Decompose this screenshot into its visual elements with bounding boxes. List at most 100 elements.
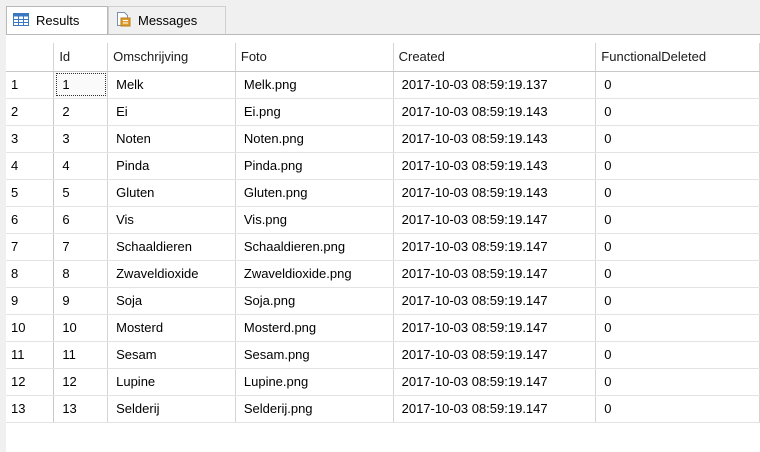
table-row[interactable]: 9 9 Soja Soja.png 2017-10-03 08:59:19.147 0 bbox=[6, 287, 760, 315]
cell-functionaldeleted[interactable]: 0 bbox=[595, 260, 760, 288]
cell-functionaldeleted[interactable]: 0 bbox=[595, 179, 760, 207]
cell-omschrijving[interactable]: Schaaldieren bbox=[107, 233, 236, 261]
row-number[interactable]: 8 bbox=[6, 260, 55, 288]
cell-foto[interactable]: Selderij.png bbox=[235, 395, 394, 423]
row-number[interactable]: 9 bbox=[6, 287, 55, 315]
cell-omschrijving[interactable]: Soja bbox=[107, 287, 236, 315]
cell-id[interactable]: 2 bbox=[53, 98, 109, 126]
cell-functionaldeleted[interactable]: 0 bbox=[595, 395, 760, 423]
cell-functionaldeleted[interactable]: 0 bbox=[595, 125, 760, 153]
cell-foto[interactable]: Schaaldieren.png bbox=[235, 233, 394, 261]
cell-created[interactable]: 2017-10-03 08:59:19.147 bbox=[393, 368, 597, 396]
cell-omschrijving[interactable]: Noten bbox=[107, 125, 236, 153]
cell-omschrijving[interactable]: Selderij bbox=[107, 395, 236, 423]
table-row[interactable]: 12 12 Lupine Lupine.png 2017-10-03 08:59:19.… bbox=[6, 368, 760, 396]
cell-created[interactable]: 2017-10-03 08:59:19.147 bbox=[393, 287, 597, 315]
tab-messages[interactable]: Messages bbox=[108, 6, 226, 34]
cell-id[interactable]: 6 bbox=[53, 206, 109, 234]
cell-created[interactable]: 2017-10-03 08:59:19.147 bbox=[393, 314, 597, 342]
table-row[interactable]: 3 3 Noten Noten.png 2017-10-03 08:59:19.143 0 bbox=[6, 125, 760, 153]
grid-body: 1 1 Melk Melk.png 2017-10-03 08:59:19.137 0 2 2… bbox=[6, 71, 760, 423]
cell-created[interactable]: 2017-10-03 08:59:19.137 bbox=[393, 71, 597, 99]
cell-foto[interactable]: Sesam.png bbox=[235, 341, 394, 369]
row-number[interactable]: 11 bbox=[6, 341, 55, 369]
cell-created[interactable]: 2017-10-03 08:59:19.147 bbox=[393, 260, 597, 288]
cell-created[interactable]: 2017-10-03 08:59:19.147 bbox=[393, 206, 597, 234]
cell-created[interactable]: 2017-10-03 08:59:19.143 bbox=[393, 152, 597, 180]
cell-id[interactable]: 11 bbox=[53, 341, 109, 369]
cell-id[interactable]: 4 bbox=[53, 152, 109, 180]
cell-id[interactable]: 13 bbox=[53, 395, 109, 423]
column-header-created[interactable]: Created bbox=[393, 43, 597, 72]
table-row[interactable]: 4 4 Pinda Pinda.png 2017-10-03 08:59:19.143 0 bbox=[6, 152, 760, 180]
cell-created[interactable]: 2017-10-03 08:59:19.147 bbox=[393, 233, 597, 261]
cell-omschrijving[interactable]: Melk bbox=[107, 71, 236, 99]
table-row[interactable]: 11 11 Sesam Sesam.png 2017-10-03 08:59:19.14… bbox=[6, 341, 760, 369]
cell-id[interactable]: 9 bbox=[53, 287, 109, 315]
cell-foto[interactable]: Ei.png bbox=[235, 98, 394, 126]
cell-functionaldeleted[interactable]: 0 bbox=[595, 152, 760, 180]
cell-functionaldeleted[interactable]: 0 bbox=[595, 368, 760, 396]
row-number[interactable]: 10 bbox=[6, 314, 55, 342]
table-row[interactable]: 1 1 Melk Melk.png 2017-10-03 08:59:19.137 0 bbox=[6, 71, 760, 99]
cell-omschrijving[interactable]: Gluten bbox=[107, 179, 236, 207]
cell-id[interactable]: 3 bbox=[53, 125, 109, 153]
column-header-omschrijving[interactable]: Omschrijving bbox=[107, 43, 236, 72]
row-number[interactable]: 13 bbox=[6, 395, 55, 423]
table-row[interactable]: 8 8 Zwaveldioxide Zwaveldioxide.png 2017-10-… bbox=[6, 260, 760, 288]
cell-foto[interactable]: Soja.png bbox=[235, 287, 394, 315]
cell-id[interactable]: 10 bbox=[53, 314, 109, 342]
cell-omschrijving[interactable]: Pinda bbox=[107, 152, 236, 180]
cell-foto[interactable]: Melk.png bbox=[235, 71, 394, 99]
corner-cell[interactable] bbox=[6, 43, 55, 72]
cell-functionaldeleted[interactable]: 0 bbox=[595, 314, 760, 342]
column-header-foto[interactable]: Foto bbox=[235, 43, 394, 72]
cell-omschrijving[interactable]: Sesam bbox=[107, 341, 236, 369]
cell-foto[interactable]: Zwaveldioxide.png bbox=[235, 260, 394, 288]
row-number[interactable]: 5 bbox=[6, 179, 55, 207]
table-row[interactable]: 7 7 Schaaldieren Schaaldieren.png 2017-10-03… bbox=[6, 233, 760, 261]
cell-foto[interactable]: Gluten.png bbox=[235, 179, 394, 207]
cell-id[interactable]: 8 bbox=[53, 260, 109, 288]
tab-results[interactable]: Results bbox=[6, 6, 108, 34]
cell-omschrijving[interactable]: Zwaveldioxide bbox=[107, 260, 236, 288]
cell-created[interactable]: 2017-10-03 08:59:19.147 bbox=[393, 341, 597, 369]
cell-functionaldeleted[interactable]: 0 bbox=[595, 206, 760, 234]
cell-foto[interactable]: Pinda.png bbox=[235, 152, 394, 180]
cell-created[interactable]: 2017-10-03 08:59:19.143 bbox=[393, 125, 597, 153]
cell-created[interactable]: 2017-10-03 08:59:19.143 bbox=[393, 98, 597, 126]
cell-functionaldeleted[interactable]: 0 bbox=[595, 98, 760, 126]
cell-id[interactable]: 12 bbox=[53, 368, 109, 396]
row-number[interactable]: 3 bbox=[6, 125, 55, 153]
cell-functionaldeleted[interactable]: 0 bbox=[595, 341, 760, 369]
table-row[interactable]: 2 2 Ei Ei.png 2017-10-03 08:59:19.143 0 bbox=[6, 98, 760, 126]
column-header-functionaldeleted[interactable]: FunctionalDeleted bbox=[595, 43, 760, 72]
row-number[interactable]: 12 bbox=[6, 368, 55, 396]
row-number[interactable]: 7 bbox=[6, 233, 55, 261]
row-number[interactable]: 6 bbox=[6, 206, 55, 234]
cell-omschrijving[interactable]: Lupine bbox=[107, 368, 236, 396]
cell-created[interactable]: 2017-10-03 08:59:19.143 bbox=[393, 179, 597, 207]
row-number[interactable]: 4 bbox=[6, 152, 55, 180]
cell-foto[interactable]: Vis.png bbox=[235, 206, 394, 234]
column-header-id[interactable]: Id bbox=[53, 43, 109, 72]
table-row[interactable]: 13 13 Selderij Selderij.png 2017-10-03 08:59… bbox=[6, 395, 760, 423]
cell-omschrijving[interactable]: Ei bbox=[107, 98, 236, 126]
cell-omschrijving[interactable]: Vis bbox=[107, 206, 236, 234]
table-row[interactable]: 5 5 Gluten Gluten.png 2017-10-03 08:59:19.14… bbox=[6, 179, 760, 207]
cell-id[interactable]: 7 bbox=[53, 233, 109, 261]
cell-functionaldeleted[interactable]: 0 bbox=[595, 71, 760, 99]
cell-foto[interactable]: Lupine.png bbox=[235, 368, 394, 396]
table-row[interactable]: 10 10 Mosterd Mosterd.png 2017-10-03 08:59:1… bbox=[6, 314, 760, 342]
cell-functionaldeleted[interactable]: 0 bbox=[595, 287, 760, 315]
cell-id[interactable]: 5 bbox=[53, 179, 109, 207]
cell-foto[interactable]: Mosterd.png bbox=[235, 314, 394, 342]
cell-created[interactable]: 2017-10-03 08:59:19.147 bbox=[393, 395, 597, 423]
row-number[interactable]: 2 bbox=[6, 98, 55, 126]
cell-foto[interactable]: Noten.png bbox=[235, 125, 394, 153]
cell-omschrijving[interactable]: Mosterd bbox=[107, 314, 236, 342]
row-number[interactable]: 1 bbox=[6, 71, 55, 99]
cell-functionaldeleted[interactable]: 0 bbox=[595, 233, 760, 261]
cell-id[interactable]: 1 bbox=[53, 71, 109, 99]
table-row[interactable]: 6 6 Vis Vis.png 2017-10-03 08:59:19.147 0 bbox=[6, 206, 760, 234]
